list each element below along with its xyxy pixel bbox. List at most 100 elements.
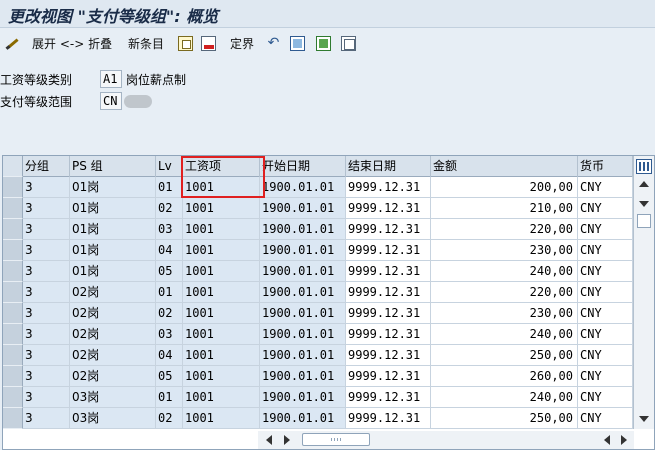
row-selector[interactable] [3, 261, 23, 282]
column-header-level[interactable]: Lv [156, 156, 183, 177]
amount-cell[interactable]: 210,00 [431, 198, 578, 219]
copy-button[interactable] [178, 32, 193, 54]
delete-button[interactable] [201, 32, 216, 54]
scroll-left-icon[interactable] [284, 435, 290, 445]
currency-cell[interactable]: CNY [578, 303, 633, 324]
currency-cell[interactable]: CNY [578, 240, 633, 261]
row-selector[interactable] [3, 408, 23, 429]
row-selector[interactable] [3, 387, 23, 408]
currency-cell[interactable]: CNY [578, 282, 633, 303]
scroll-right-icon[interactable] [604, 435, 610, 445]
expand-collapse-button[interactable]: 展开 <-> 折叠 [32, 32, 112, 54]
currency-cell[interactable]: CNY [578, 366, 633, 387]
currency-cell[interactable]: CNY [578, 261, 633, 282]
copy-icon [178, 35, 193, 51]
column-header-end-date[interactable]: 结束日期 [346, 156, 431, 177]
deselect-all-button[interactable] [341, 32, 356, 54]
end-date-cell[interactable]: 9999.12.31 [346, 408, 431, 429]
amount-cell[interactable]: 200,00 [431, 177, 578, 198]
table-row: 3 03岗 01 1001 1900.01.01 9999.12.31 240,00 CNY [3, 387, 633, 408]
scroll-bottom-icon[interactable] [639, 416, 649, 422]
level-cell: 05 [156, 366, 183, 387]
scroll-first-column-icon[interactable] [266, 435, 272, 445]
row-selector[interactable] [3, 177, 23, 198]
amount-cell[interactable]: 260,00 [431, 366, 578, 387]
end-date-cell[interactable]: 9999.12.31 [346, 303, 431, 324]
new-entries-button[interactable]: 新条目 [128, 32, 164, 54]
ps-group-cell: 01岗 [70, 219, 156, 240]
scroll-last-column-icon[interactable] [621, 435, 627, 445]
currency-cell[interactable]: CNY [578, 345, 633, 366]
end-date-cell[interactable]: 9999.12.31 [346, 198, 431, 219]
end-date-cell[interactable]: 9999.12.31 [346, 177, 431, 198]
scroll-up-icon[interactable] [639, 181, 649, 187]
currency-cell[interactable]: CNY [578, 387, 633, 408]
amount-cell[interactable]: 220,00 [431, 282, 578, 303]
end-date-cell[interactable]: 9999.12.31 [346, 282, 431, 303]
column-header-amount[interactable]: 金额 [431, 156, 578, 177]
wage-type-cell: 1001 [183, 345, 260, 366]
column-header-grouping[interactable]: 分组 [23, 156, 70, 177]
amount-cell[interactable]: 250,00 [431, 408, 578, 429]
table-row: 3 01岗 03 1001 1900.01.01 9999.12.31 220,00 CNY [3, 219, 633, 240]
currency-cell[interactable]: CNY [578, 177, 633, 198]
row-selector[interactable] [3, 303, 23, 324]
ps-group-cell: 02岗 [70, 324, 156, 345]
amount-cell[interactable]: 230,00 [431, 240, 578, 261]
vertical-scroll-thumb[interactable] [637, 214, 651, 228]
currency-cell[interactable]: CNY [578, 198, 633, 219]
currency-cell[interactable]: CNY [578, 408, 633, 429]
select-all-rows-cell[interactable] [3, 156, 23, 177]
row-selector[interactable] [3, 219, 23, 240]
end-date-cell[interactable]: 9999.12.31 [346, 261, 431, 282]
select-block-button[interactable] [290, 32, 305, 54]
wage-type-cell: 1001 [183, 324, 260, 345]
pay-scale-area-label: 支付等级范围 [0, 95, 73, 109]
table-row: 3 02岗 01 1001 1900.01.01 9999.12.31 220,00 CNY [3, 282, 633, 303]
edit-display-button[interactable] [5, 32, 20, 54]
ps-group-cell: 01岗 [70, 261, 156, 282]
horizontal-scroll-thumb[interactable] [302, 433, 370, 446]
column-header-wage-type[interactable]: 工资项 [183, 156, 260, 177]
amount-cell[interactable]: 240,00 [431, 324, 578, 345]
vertical-scrollbar[interactable] [633, 156, 654, 429]
pay-scale-area-field[interactable]: CN [100, 92, 122, 110]
table-row: 3 01岗 04 1001 1900.01.01 9999.12.31 230,00 CNY [3, 240, 633, 261]
currency-cell[interactable]: CNY [578, 324, 633, 345]
pay-scale-type-field[interactable]: A1 [100, 70, 122, 88]
horizontal-scrollbar[interactable] [258, 431, 634, 449]
row-selector[interactable] [3, 240, 23, 261]
row-selector[interactable] [3, 366, 23, 387]
currency-cell[interactable]: CNY [578, 219, 633, 240]
pay-scale-area-row: 支付等级范围 CN [0, 92, 260, 110]
end-date-cell[interactable]: 9999.12.31 [346, 366, 431, 387]
amount-cell[interactable]: 230,00 [431, 303, 578, 324]
row-selector[interactable] [3, 198, 23, 219]
end-date-cell[interactable]: 9999.12.31 [346, 324, 431, 345]
level-cell: 01 [156, 282, 183, 303]
select-all-button[interactable] [316, 32, 331, 54]
wage-type-cell: 1001 [183, 261, 260, 282]
search-help-button[interactable] [124, 95, 152, 108]
grouping-cell: 3 [23, 303, 70, 324]
end-date-cell[interactable]: 9999.12.31 [346, 387, 431, 408]
amount-cell[interactable]: 220,00 [431, 219, 578, 240]
scroll-down-icon[interactable] [639, 201, 649, 207]
deselect-all-icon [341, 35, 356, 51]
undo-icon: ↶ [267, 34, 280, 51]
end-date-cell[interactable]: 9999.12.31 [346, 345, 431, 366]
column-header-currency[interactable]: 货币 [578, 156, 633, 177]
row-selector[interactable] [3, 282, 23, 303]
column-header-ps-group[interactable]: PS 组 [70, 156, 156, 177]
end-date-cell[interactable]: 9999.12.31 [346, 219, 431, 240]
column-header-start-date[interactable]: 开始日期 [260, 156, 346, 177]
row-selector[interactable] [3, 324, 23, 345]
delimit-button[interactable]: 定界 [230, 32, 254, 54]
amount-cell[interactable]: 250,00 [431, 345, 578, 366]
row-selector[interactable] [3, 345, 23, 366]
end-date-cell[interactable]: 9999.12.31 [346, 240, 431, 261]
column-settings-icon[interactable] [636, 159, 652, 174]
undo-button[interactable]: ↶ [266, 32, 281, 54]
amount-cell[interactable]: 240,00 [431, 387, 578, 408]
amount-cell[interactable]: 240,00 [431, 261, 578, 282]
